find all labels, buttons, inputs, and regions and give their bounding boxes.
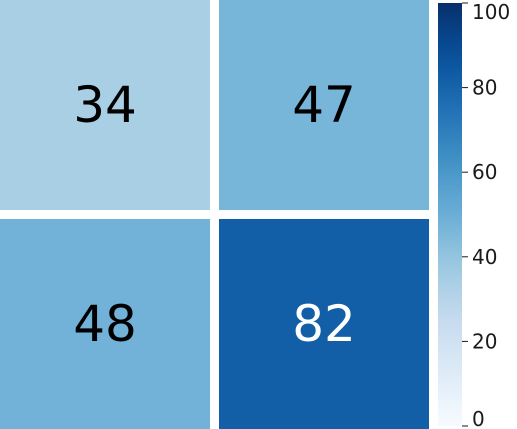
colorbar-tick-label-40: 40 [472,245,497,269]
heatmap-cell-value-r1-c0: 48 [73,295,137,353]
heatmap-cells: 34 47 48 82 [0,0,429,429]
colorbar-tick-label-0: 0 [472,407,485,429]
colorbar-gradient [438,3,462,426]
colorbar-tick-label-100: 100 [472,0,510,24]
colorbar-tick-label-20: 20 [472,329,497,353]
colorbar-tick-label-60: 60 [472,160,497,184]
heatmap-cell-value-r0-c0: 34 [73,76,137,134]
heatmap-cell-value-r1-c1: 82 [292,295,356,353]
colorbar: 0 20 40 60 80 100 [438,0,510,429]
heatmap-chart: 34 47 48 82 0 20 40 60 80 100 [0,0,510,429]
colorbar-tick-label-80: 80 [472,76,497,100]
heatmap-cell-value-r0-c1: 47 [292,76,356,134]
